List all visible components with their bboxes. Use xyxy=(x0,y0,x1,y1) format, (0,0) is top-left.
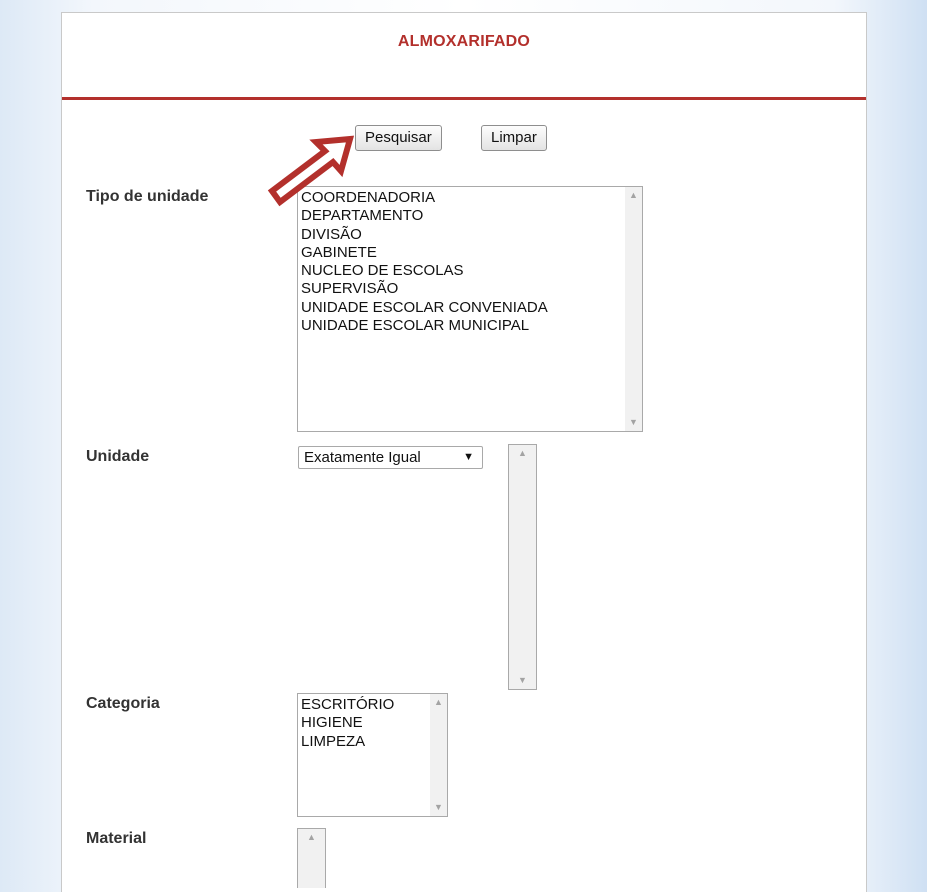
tipo-unidade-option[interactable]: NUCLEO DE ESCOLAS xyxy=(301,262,548,280)
match-mode-select[interactable]: Exatamente Igual ▼ xyxy=(298,446,483,469)
tipo-unidade-option[interactable]: SUPERVISÃO xyxy=(301,280,548,298)
arrow-icon xyxy=(267,135,355,207)
tipo-unidade-option[interactable]: DIVISÃO xyxy=(301,226,548,244)
categoria-option[interactable]: LIMPEZA xyxy=(301,733,394,751)
form-panel: ALMOXARIFADO Pesquisar Limpar Tipo de un… xyxy=(61,12,867,892)
chevron-down-icon: ▼ xyxy=(463,451,474,463)
match-mode-value: Exatamente Igual xyxy=(304,449,421,466)
material-listbox[interactable]: ▲ xyxy=(297,828,326,888)
tipo-unidade-label: Tipo de unidade xyxy=(86,188,209,205)
title-divider xyxy=(62,97,866,100)
categoria-label: Categoria xyxy=(86,695,160,712)
scroll-up-icon[interactable]: ▲ xyxy=(625,187,642,204)
tipo-unidade-option[interactable]: UNIDADE ESCOLAR CONVENIADA xyxy=(301,299,548,317)
scroll-down-icon[interactable]: ▼ xyxy=(625,414,642,431)
scroll-up-icon[interactable]: ▲ xyxy=(298,829,325,846)
tipo-unidade-option[interactable]: DEPARTAMENTO xyxy=(301,207,548,225)
scroll-up-icon[interactable]: ▲ xyxy=(430,694,447,711)
categoria-option[interactable]: HIGIENE xyxy=(301,714,394,732)
tipo-unidade-option[interactable]: GABINETE xyxy=(301,244,548,262)
categoria-scrollbar[interactable]: ▲ ▼ xyxy=(430,694,447,816)
material-scrollbar[interactable]: ▲ xyxy=(298,829,325,888)
page-title: ALMOXARIFADO xyxy=(397,33,531,50)
scroll-up-icon[interactable]: ▲ xyxy=(509,445,536,462)
categoria-option[interactable]: ESCRITÓRIO xyxy=(301,696,394,714)
clear-button[interactable]: Limpar xyxy=(481,125,547,151)
material-label: Material xyxy=(86,830,147,847)
tipo-unidade-listbox[interactable]: COORDENADORIA DEPARTAMENTO DIVISÃO GABINETE… xyxy=(297,186,643,432)
search-button[interactable]: Pesquisar xyxy=(355,125,442,151)
tipo-unidade-scrollbar[interactable]: ▲ ▼ xyxy=(625,187,642,431)
tipo-unidade-option[interactable]: UNIDADE ESCOLAR MUNICIPAL xyxy=(301,317,548,335)
scroll-down-icon[interactable]: ▼ xyxy=(430,799,447,816)
unidade-listbox[interactable]: ▲ ▼ xyxy=(508,444,537,690)
unidade-label: Unidade xyxy=(86,448,150,465)
unidade-scrollbar[interactable]: ▲ ▼ xyxy=(509,445,536,689)
scroll-down-icon[interactable]: ▼ xyxy=(509,672,536,689)
categoria-listbox[interactable]: ESCRITÓRIO HIGIENE LIMPEZA ▲ ▼ xyxy=(297,693,448,817)
